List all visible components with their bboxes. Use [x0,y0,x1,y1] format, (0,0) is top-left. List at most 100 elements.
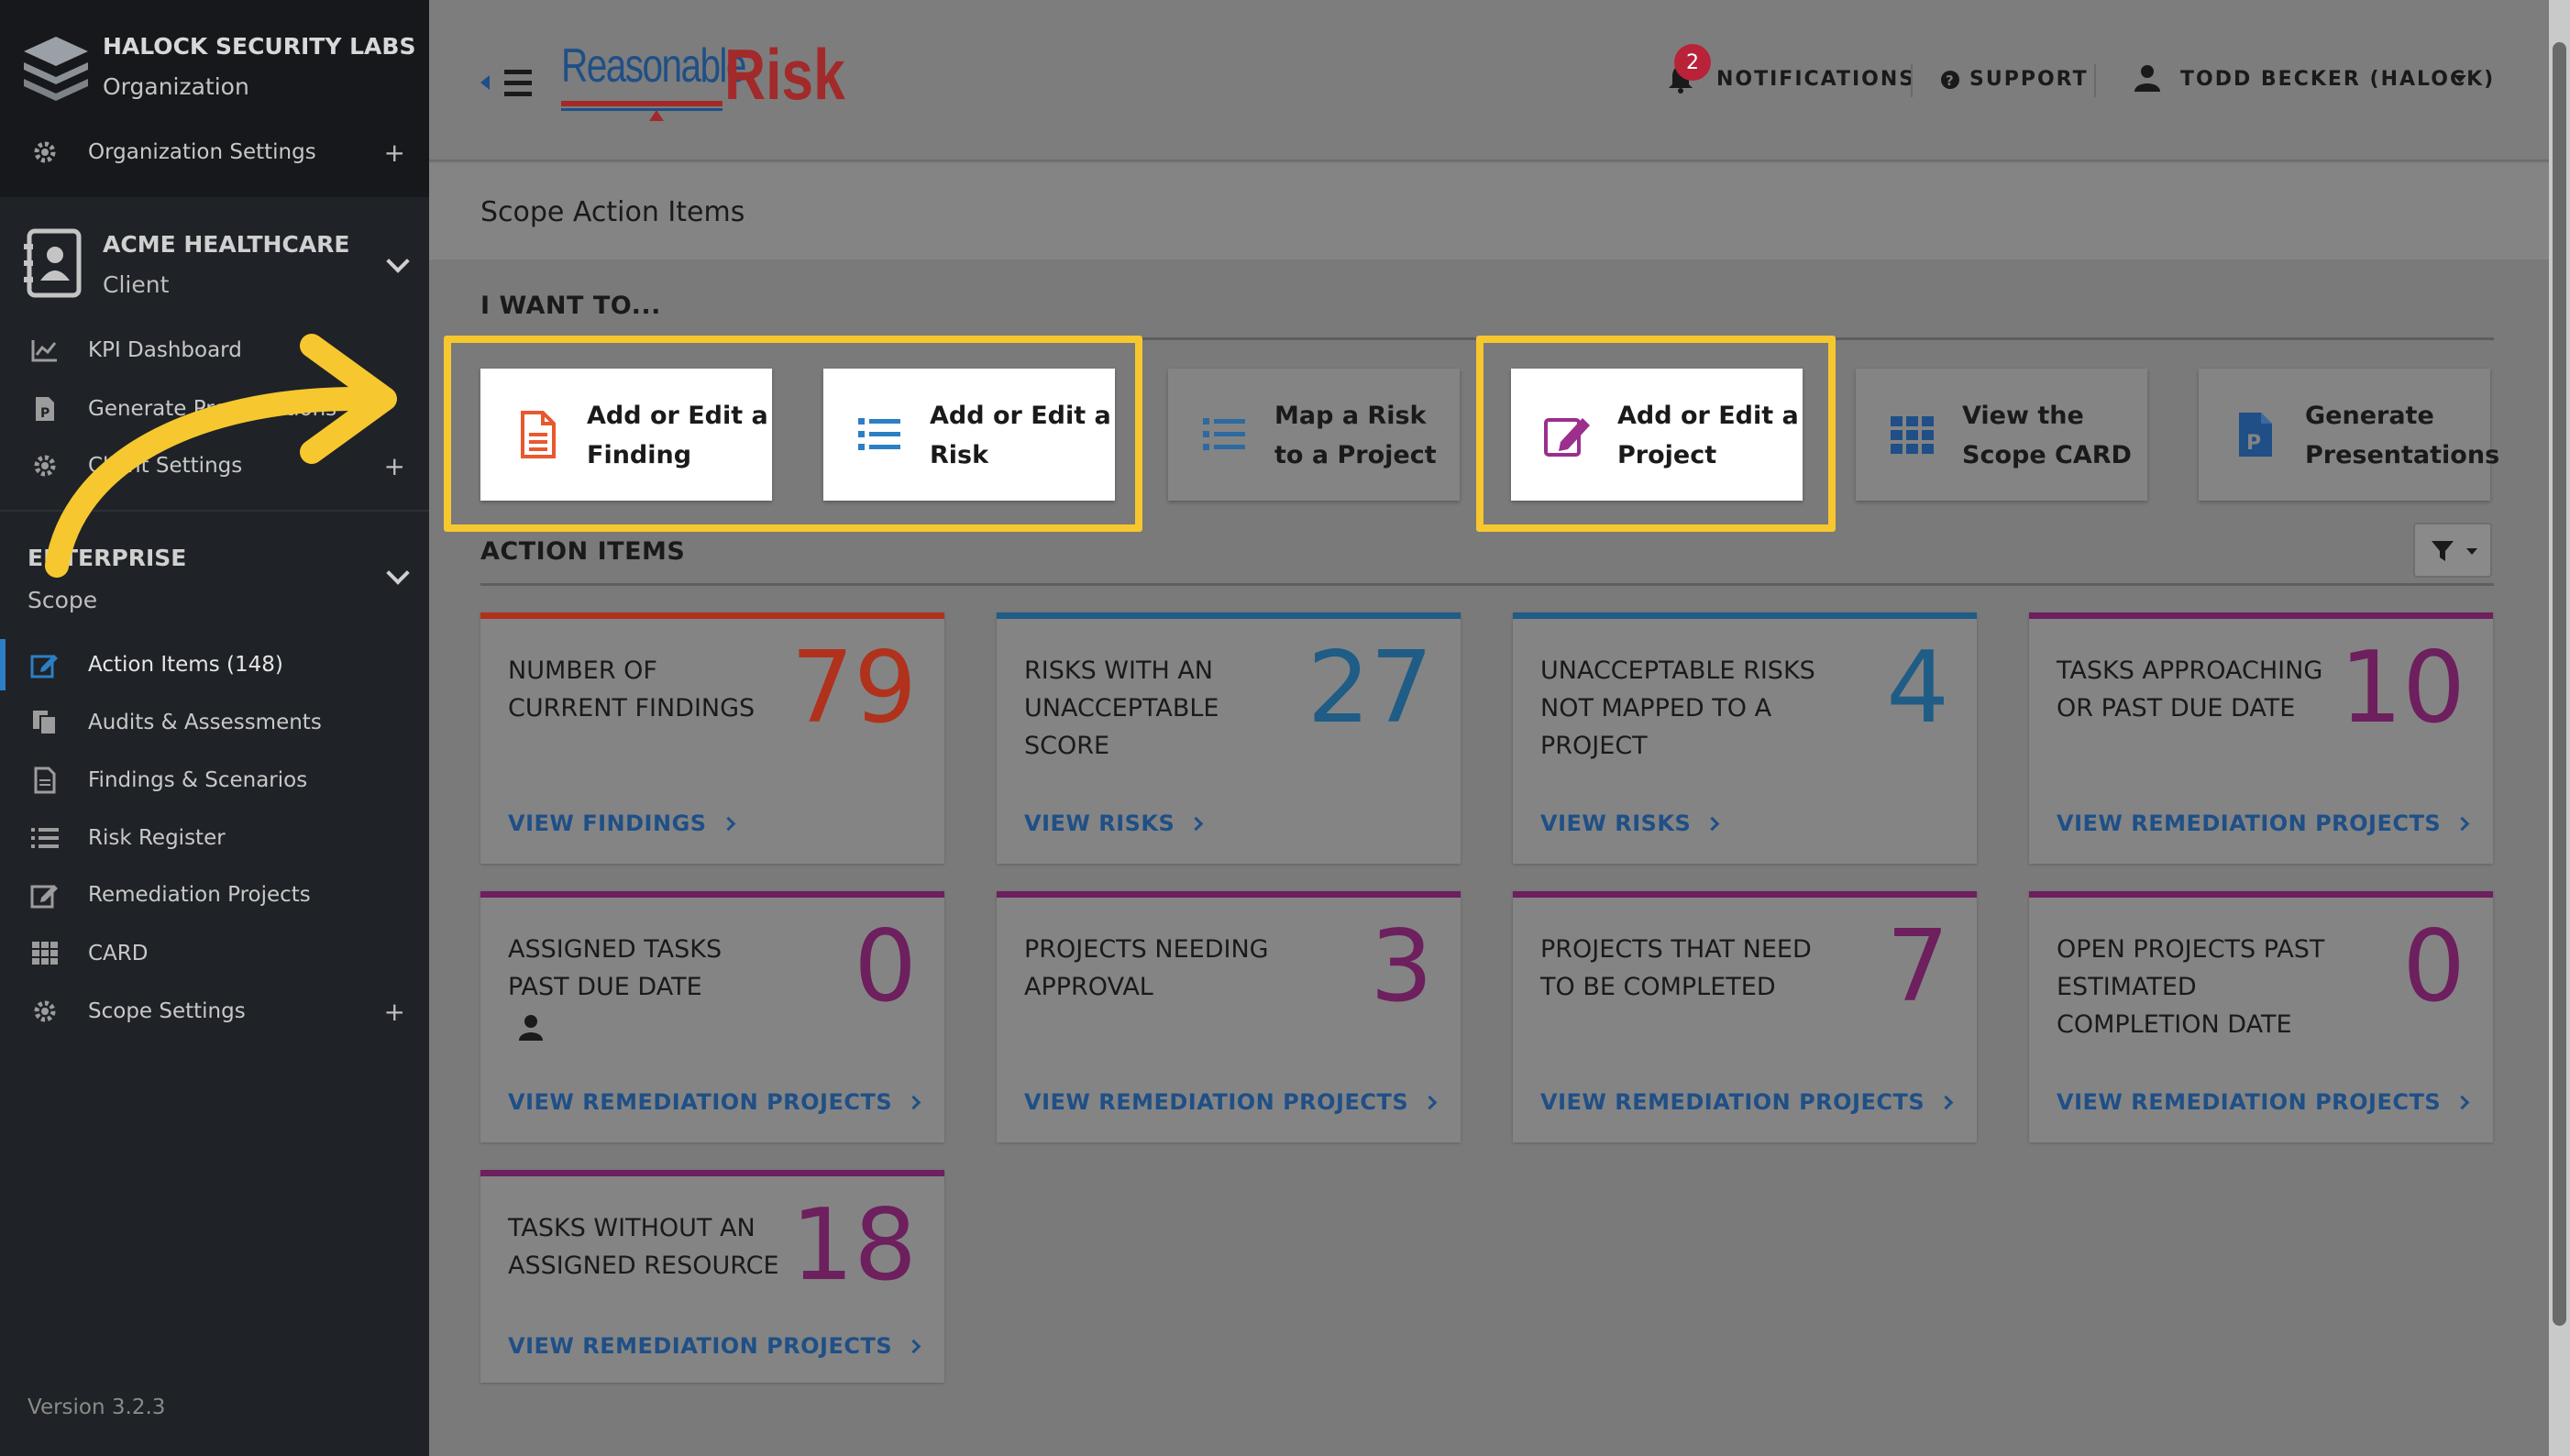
copy-files-icon [29,707,61,738]
sidebar-item-action-items[interactable]: Action Items (148) [0,639,429,690]
card-value: 4 [1886,631,1949,745]
card-label: OPEN PROJECTS PAST ESTIMATED COMPLETION … [2057,935,2325,1039]
plus-icon[interactable]: + [384,451,405,481]
sidebar: HALOCK SECURITY LABS Organization Organi… [0,0,429,1456]
card-label: NUMBER OF CURRENT FINDINGS [508,656,756,722]
org-type: Organization [103,73,249,100]
card-value: 10 [2339,631,2465,745]
sidebar-item-kpi-dashboard[interactable]: KPI Dashboard [0,325,429,376]
notifications-link[interactable]: NOTIFICATIONS [1716,68,1915,91]
sidebar-item-label: Scope Settings [88,999,246,1023]
card-value: 0 [2402,910,2465,1024]
i-want-to-heading: I WANT TO... [480,292,661,320]
scope-name: ENTERPRISE [28,545,187,571]
generate-presentations-button[interactable]: P Generate Presentations [2199,369,2499,501]
view-risks-link[interactable]: VIEW RISKS [1540,811,1720,836]
user-menu[interactable]: TODD BECKER (HALOCK) [2180,68,2495,91]
sidebar-item-risk-register[interactable]: Risk Register [0,812,429,864]
sidebar-toggle-icon[interactable] [480,66,535,99]
card-label: TASKS APPROACHING OR PAST DUE DATE [2057,656,2323,722]
sidebar-item-organization-settings[interactable]: Organization Settings + [0,127,429,178]
help-circle-icon[interactable]: ? [1940,70,1960,90]
filter-dropdown-button[interactable] [2413,523,2492,578]
card-label: RISKS WITH AN UNACCEPTABLE SCORE [1024,656,1219,760]
page-scrollbar[interactable] [2549,0,2570,1456]
chevron-right-icon [1422,1095,1438,1109]
add-edit-risk-button[interactable]: Add or Edit a Risk [823,369,1115,501]
chevron-right-icon [721,816,735,831]
plus-icon[interactable]: + [384,138,405,168]
sidebar-item-label: Generate Presentations [88,397,337,421]
link-label: VIEW FINDINGS [508,811,707,836]
sidebar-item-label: Findings & Scenarios [88,768,308,792]
link-label: VIEW REMEDIATION PROJECTS [1540,1089,1925,1115]
chevron-right-icon [2454,1095,2470,1109]
scrollbar-thumb[interactable] [2553,42,2566,1326]
sidebar-item-remediation-projects[interactable]: Remediation Projects [0,869,429,921]
view-scope-card-button[interactable]: View the Scope CARD [1856,369,2147,501]
presentation-file-icon: P [29,393,61,425]
caret-down-icon [2466,548,2477,555]
sidebar-item-card[interactable]: CARD [0,928,429,979]
card-value: 18 [790,1188,917,1303]
sidebar-item-scope-settings[interactable]: Scope Settings + [0,986,429,1037]
chevron-down-icon[interactable] [386,249,410,273]
view-remediation-projects-link[interactable]: VIEW REMEDIATION PROJECTS [508,1089,921,1115]
brand-underline [561,101,722,106]
card-value: 3 [1370,910,1433,1024]
line-chart-icon [29,335,61,366]
link-label: VIEW REMEDIATION PROJECTS [508,1333,893,1359]
filter-icon [2432,541,2454,561]
list-icon [1203,418,1245,450]
svg-text:?: ? [1946,72,1954,89]
view-remediation-projects-link[interactable]: VIEW REMEDIATION PROJECTS [2057,1089,2470,1115]
gear-icon [29,996,61,1027]
notification-count-badge: 2 [1674,44,1711,81]
view-remediation-projects-link[interactable]: VIEW REMEDIATION PROJECTS [1540,1089,1954,1115]
quick-action-label: View the Scope CARD [1962,402,2132,469]
view-risks-link[interactable]: VIEW RISKS [1024,811,1204,836]
reasonable-risk-logo[interactable]: Reasonable Risk [561,34,873,127]
grid-icon [29,938,61,969]
link-label: VIEW REMEDIATION PROJECTS [1024,1089,1409,1115]
map-risk-to-project-button[interactable]: Map a Risk to a Project [1168,369,1460,501]
kpi-card-projects-to-complete: PROJECTS THAT NEED TO BE COMPLETED 7 VIE… [1513,891,1977,1142]
view-remediation-projects-link[interactable]: VIEW REMEDIATION PROJECTS [2057,811,2470,836]
link-label: VIEW REMEDIATION PROJECTS [2057,811,2442,836]
scope-type: Scope [28,587,98,613]
sidebar-divider [0,510,429,512]
sidebar-item-client-settings[interactable]: Client Settings + [0,440,429,491]
brand-left: Reasonable [561,39,746,93]
quick-action-label: Add or Edit a Risk [930,402,1111,469]
header-separator [1911,64,1913,97]
sidebar-item-findings[interactable]: Findings & Scenarios [0,755,429,806]
view-remediation-projects-link[interactable]: VIEW REMEDIATION PROJECTS [508,1333,921,1359]
card-value: 79 [790,631,917,745]
presentation-file-icon: P [2239,413,2272,457]
plus-icon[interactable]: + [384,997,405,1027]
card-label: TASKS WITHOUT AN ASSIGNED RESOURCE [508,1214,779,1280]
client-name: ACME HEALTHCARE [103,231,350,258]
user-icon[interactable] [2134,64,2160,92]
gear-icon [29,450,61,481]
add-edit-project-button[interactable]: Add or Edit a Project [1511,369,1803,501]
contact-card-icon [24,228,82,298]
view-remediation-projects-link[interactable]: VIEW REMEDIATION PROJECTS [1024,1089,1438,1115]
chevron-right-icon [1705,816,1720,831]
sidebar-org-panel: HALOCK SECURITY LABS Organization Organi… [0,0,429,197]
add-edit-finding-button[interactable]: Add or Edit a Finding [480,369,772,501]
sidebar-item-label: Audits & Assessments [88,711,322,734]
caret-down-icon[interactable] [2454,75,2466,83]
sidebar-item-label: KPI Dashboard [88,338,242,362]
sidebar-item-generate-presentations[interactable]: P Generate Presentations [0,383,429,435]
support-link[interactable]: SUPPORT [1969,68,2089,91]
chevron-down-icon[interactable] [386,561,410,585]
top-header: Reasonable Risk 2 NOTIFICATIONS ? SUPPOR… [429,0,2549,161]
chevron-right-icon [1938,1095,1954,1109]
card-label: PROJECTS NEEDING APPROVAL [1024,935,1269,1001]
action-items-heading: ACTION ITEMS [480,537,686,566]
sidebar-item-audits[interactable]: Audits & Assessments [0,697,429,748]
quick-action-label: Add or Edit a Project [1617,402,1799,469]
view-findings-link[interactable]: VIEW FINDINGS [508,811,735,836]
brand-right: Risk [724,34,845,115]
